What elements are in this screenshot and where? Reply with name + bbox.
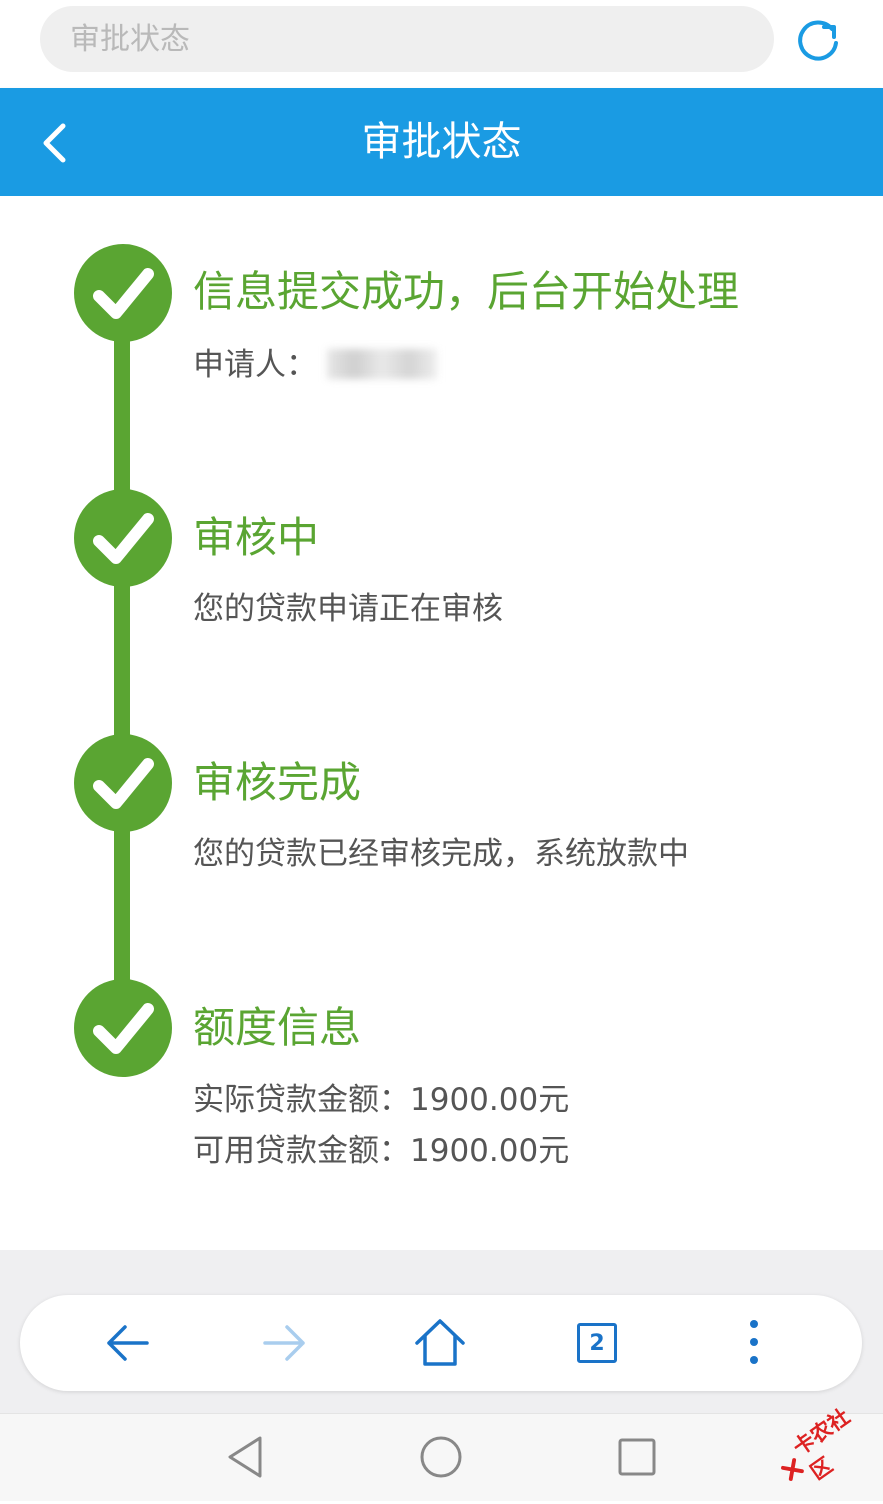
arrow-right-icon — [263, 1325, 305, 1361]
actual-loan-amount: 实际贷款金额：1900.00元 — [193, 1082, 570, 1118]
available-loan-amount: 可用贷款金额：1900.00元 — [193, 1133, 570, 1169]
check-circle-icon — [74, 734, 172, 832]
check-circle-icon — [74, 489, 172, 587]
system-navigation-bar — [0, 1413, 883, 1501]
timeline-line — [114, 290, 130, 1030]
app-header: 审批状态 — [0, 88, 883, 196]
step-desc: 您的贷款已经审核完成，系统放款中 — [193, 836, 689, 872]
step-title: 审核中 — [193, 513, 320, 562]
system-home-icon[interactable] — [416, 1432, 466, 1482]
approval-timeline: 信息提交成功，后台开始处理 申请人： 审核中 您的贷款申请正在审核 审核完成 您… — [0, 196, 883, 1250]
nav-forward-button[interactable] — [244, 1295, 324, 1391]
nav-home-button[interactable] — [400, 1295, 480, 1391]
system-back-icon[interactable] — [222, 1432, 272, 1482]
step-title: 审核完成 — [193, 758, 362, 807]
check-circle-icon — [74, 244, 172, 342]
page-title: 审批状态 — [361, 119, 522, 165]
address-bar-input[interactable] — [40, 6, 774, 72]
system-recents-icon[interactable] — [612, 1432, 662, 1482]
browser-top-bar — [0, 0, 883, 88]
arrow-left-icon — [107, 1325, 149, 1361]
nav-tabs-button[interactable]: 2 — [557, 1295, 637, 1391]
step-title: 额度信息 — [193, 1003, 362, 1052]
refresh-icon[interactable] — [794, 17, 842, 65]
browser-bottom-area: 2 — [0, 1250, 883, 1413]
tab-count-badge: 2 — [577, 1323, 617, 1363]
nav-back-button[interactable] — [88, 1295, 168, 1391]
step-title: 信息提交成功，后台开始处理 — [193, 267, 740, 316]
check-circle-icon — [74, 979, 172, 1077]
home-icon — [415, 1319, 465, 1366]
more-vertical-icon — [750, 1320, 758, 1364]
nav-menu-button[interactable] — [714, 1295, 794, 1391]
applicant-label: 申请人： — [193, 347, 317, 383]
step-desc: 申请人： — [193, 349, 437, 381]
redacted-applicant-name — [327, 349, 437, 379]
browser-toolbar: 2 — [20, 1295, 862, 1391]
step-desc: 您的贷款申请正在审核 — [193, 591, 503, 627]
